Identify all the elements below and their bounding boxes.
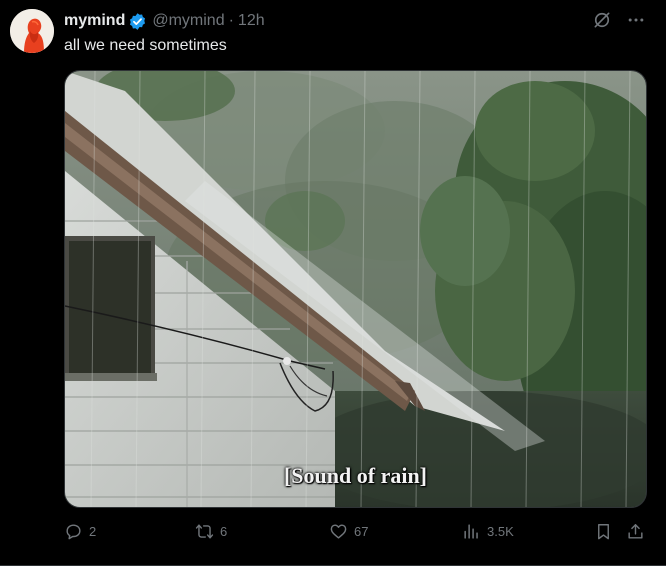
header-actions: [592, 10, 646, 30]
reply-icon: [64, 522, 83, 541]
tweet-media[interactable]: [Sound of rain]: [64, 70, 647, 508]
views-button[interactable]: 3.5K: [462, 522, 514, 541]
repost-button[interactable]: 6: [195, 522, 227, 541]
tweet-text: all we need sometimes: [64, 37, 227, 54]
grok-icon[interactable]: [592, 10, 612, 30]
like-count: 67: [354, 524, 369, 539]
display-name[interactable]: mymind: [64, 11, 125, 31]
repost-icon: [195, 522, 214, 541]
action-bar: 2 6 67 3.5K: [64, 522, 648, 546]
share-icon: [626, 522, 645, 541]
timestamp[interactable]: 12h: [238, 11, 265, 31]
avatar[interactable]: [10, 9, 54, 53]
reply-count: 2: [89, 524, 97, 539]
more-icon[interactable]: [626, 10, 646, 30]
like-button[interactable]: 67: [329, 522, 368, 541]
share-button[interactable]: [626, 522, 645, 541]
separator-dot: ·: [228, 12, 234, 29]
media-caption: [Sound of rain]: [283, 463, 428, 488]
tweet-header: mymind @mymind · 12h: [64, 10, 646, 32]
tweet[interactable]: mymind @mymind · 12h all we need sometim…: [0, 0, 666, 566]
views-count: 3.5K: [487, 524, 514, 539]
repost-count: 6: [220, 524, 228, 539]
author-handle[interactable]: @mymind: [152, 11, 224, 31]
views-chart-icon: [462, 522, 481, 541]
reply-button[interactable]: 2: [64, 522, 96, 541]
bookmark-icon: [594, 522, 613, 541]
verified-badge-icon: [128, 12, 147, 31]
heart-icon: [329, 522, 348, 541]
bookmark-button[interactable]: [594, 522, 613, 541]
